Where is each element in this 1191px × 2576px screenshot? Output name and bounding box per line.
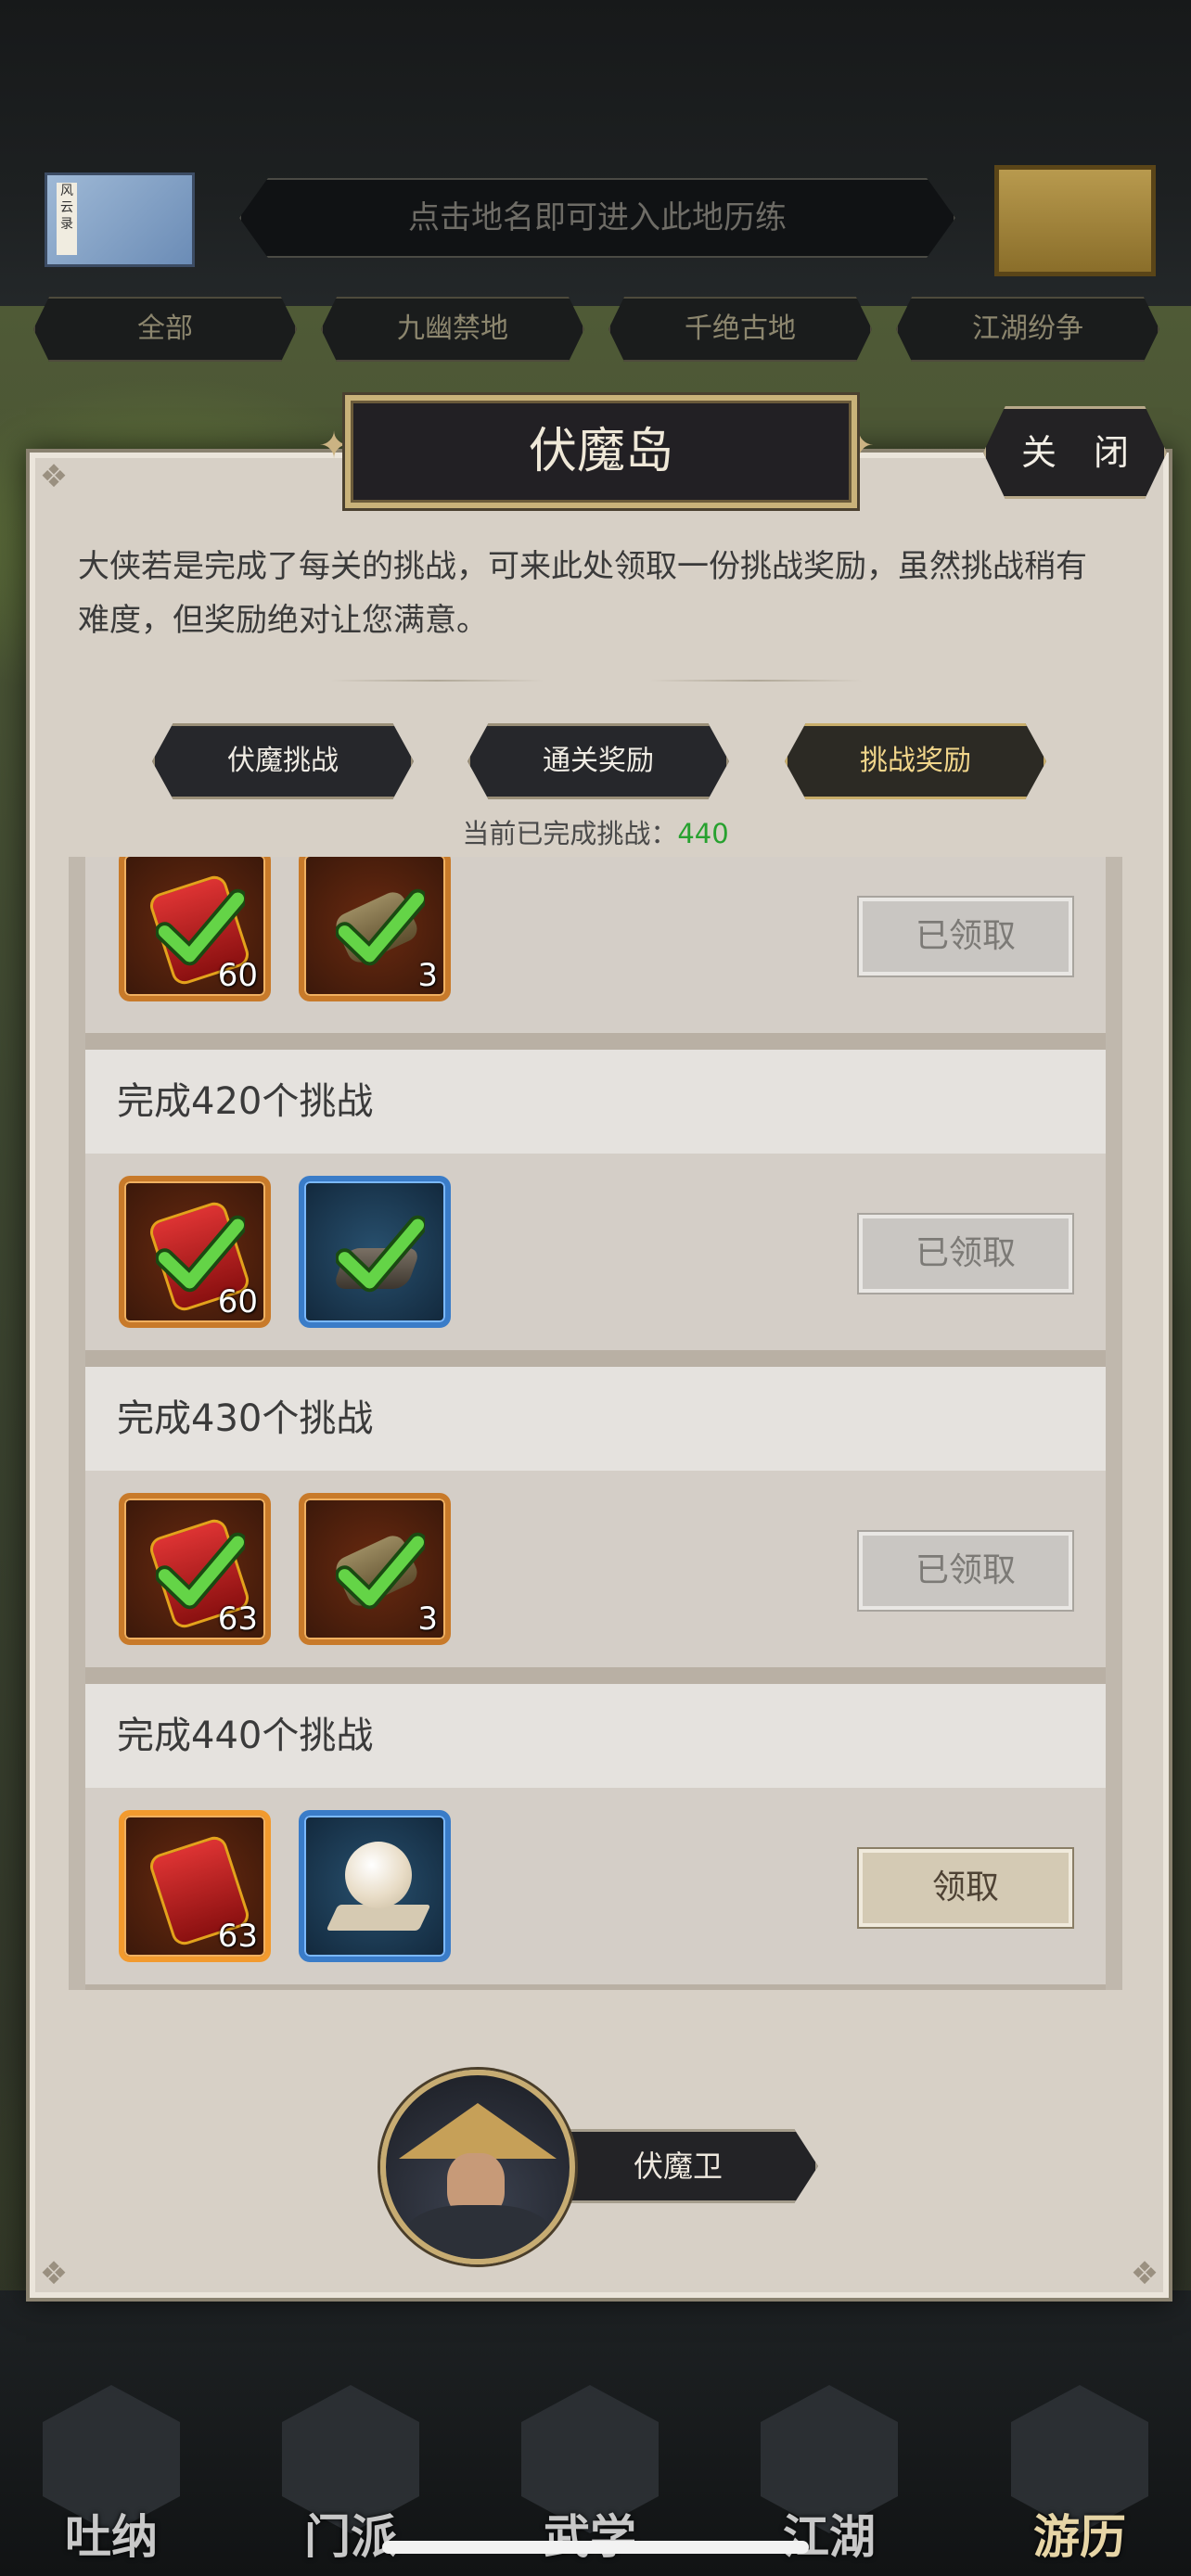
tab-challenge-reward[interactable]: 挑战奖励 [785, 723, 1046, 799]
reward-item[interactable]: 60 [119, 1176, 271, 1328]
reward-item[interactable] [299, 1810, 451, 1962]
region-tab-jianghu[interactable]: 江湖纷争 [896, 297, 1159, 362]
progress-label: 当前已完成挑战： [462, 818, 678, 849]
reward-item[interactable]: 63 [119, 1810, 271, 1962]
reward-list[interactable]: 60 3 已领取 完成420个挑战 60 已领取 完成430个挑战 63 3 已… [69, 857, 1122, 1990]
region-tab-qianjue[interactable]: 千绝古地 [608, 297, 872, 362]
reward-row-title: 完成440个挑战 [85, 1684, 1106, 1788]
item-quantity: 63 [217, 1918, 258, 1955]
reward-row: 60 3 已领取 [85, 857, 1106, 1033]
reward-row: 完成430个挑战 63 3 已领取 [85, 1367, 1106, 1667]
close-button[interactable]: 关 闭 [983, 406, 1167, 499]
tab-clear-reward[interactable]: 通关奖励 [467, 723, 729, 799]
nav-label: 武学 [544, 2509, 636, 2564]
corner-ornament: ❖ [39, 458, 69, 495]
claimed-check-icon [336, 1215, 425, 1293]
region-tab-all[interactable]: 全部 [33, 297, 297, 362]
claimed-check-icon [336, 1532, 425, 1610]
pearl-icon [345, 1842, 412, 1908]
challenge-progress: 当前已完成挑战：440 [0, 812, 1191, 851]
nav-label: 门派 [304, 2509, 397, 2564]
reward-item[interactable]: 3 [299, 857, 451, 1001]
progress-value: 440 [677, 818, 729, 849]
dialog-description: 大侠若是完成了每关的挑战，可来此处领取一份挑战奖励，虽然挑战稍有难度，但奖励绝对… [78, 548, 1087, 639]
claimed-check-icon [336, 888, 425, 966]
item-quantity: 63 [217, 1600, 258, 1638]
nav-travel[interactable]: 游历 [987, 2385, 1172, 2576]
divider-left [330, 677, 544, 684]
reward-row: 完成420个挑战 60 已领取 [85, 1050, 1106, 1350]
world-map-scroll-icon[interactable] [994, 165, 1156, 276]
map-thumbnail[interactable]: 风云录 [45, 172, 195, 267]
pedestal-shape [326, 1905, 431, 1931]
claimed-button[interactable]: 已领取 [859, 1532, 1072, 1610]
reward-row: 完成440个挑战 63 领取 [85, 1684, 1106, 1984]
nav-label: 吐纳 [65, 2509, 158, 2564]
item-quantity: 60 [217, 957, 258, 994]
straw-hat-shape [399, 2103, 557, 2159]
home-indicator[interactable] [382, 2541, 809, 2554]
map-hint-bar: 点击地名即可进入此地历练 [239, 178, 955, 258]
npc-robe-shape [404, 2205, 553, 2259]
claimed-button[interactable]: 已领取 [859, 1215, 1072, 1293]
claimed-button[interactable]: 已领取 [859, 898, 1072, 976]
region-tab-jiuyou[interactable]: 九幽禁地 [321, 297, 584, 362]
nav-label: 游历 [1033, 2509, 1126, 2564]
corner-ornament: ❖ [1130, 2255, 1159, 2292]
item-quantity: 60 [217, 1283, 258, 1320]
reward-item[interactable]: 60 [119, 857, 271, 1001]
reward-item[interactable] [299, 1176, 451, 1328]
reward-item[interactable]: 3 [299, 1493, 451, 1645]
nav-tuna[interactable]: 吐纳 [19, 2385, 204, 2576]
divider-right [649, 677, 863, 684]
corner-ornament: ❖ [39, 2255, 69, 2292]
reward-row-title: 完成430个挑战 [85, 1367, 1106, 1471]
reward-item[interactable]: 63 [119, 1493, 271, 1645]
reward-row-title: 完成420个挑战 [85, 1050, 1106, 1154]
dialog-title: 伏魔岛 [345, 395, 857, 508]
item-quantity: 3 [417, 1600, 438, 1638]
claim-button[interactable]: 领取 [859, 1849, 1072, 1927]
map-thumbnail-calligraphy: 风云录 [57, 183, 77, 255]
npc-avatar[interactable] [380, 2070, 575, 2264]
item-quantity: 3 [417, 957, 438, 994]
tab-fumo-challenge[interactable]: 伏魔挑战 [152, 723, 414, 799]
nav-label: 江湖 [783, 2509, 876, 2564]
